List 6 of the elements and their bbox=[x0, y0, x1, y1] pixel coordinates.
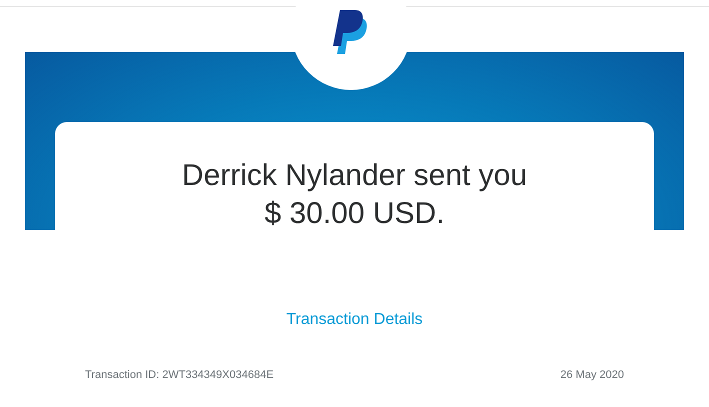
sender-message: Derrick Nylander sent you bbox=[182, 158, 528, 194]
transaction-date: 26 May 2020 bbox=[560, 369, 624, 381]
transaction-id: Transaction ID: 2WT334349X034684E bbox=[85, 369, 274, 381]
transaction-details-link[interactable]: Transaction Details bbox=[286, 311, 423, 329]
logo-icon bbox=[332, 10, 370, 54]
amount: $ 30.00 USD. bbox=[264, 196, 445, 232]
